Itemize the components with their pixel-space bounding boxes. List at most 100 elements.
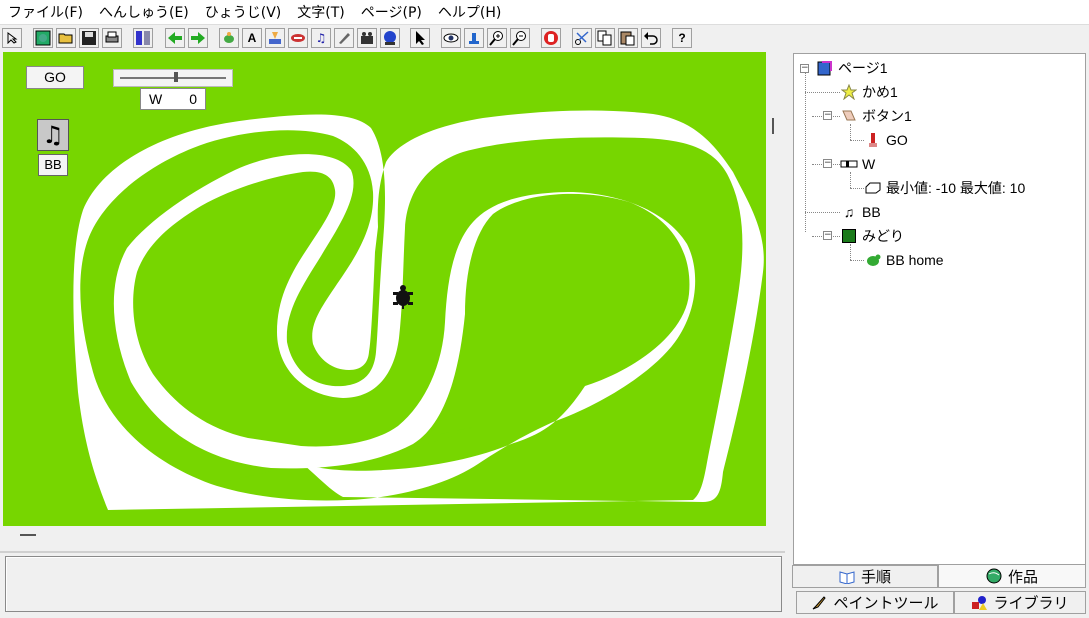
- music-label: BB: [38, 154, 68, 176]
- video-tool-icon[interactable]: [357, 28, 377, 48]
- turtle-icon: [864, 251, 882, 269]
- tree-item-go[interactable]: GO: [864, 129, 908, 151]
- paste-icon[interactable]: [618, 28, 638, 48]
- range-icon: [864, 179, 882, 197]
- cut-icon[interactable]: [572, 28, 592, 48]
- tree-line: [805, 212, 840, 213]
- tree-label: W: [862, 156, 876, 172]
- menu-help[interactable]: ヘルプ(H): [430, 2, 509, 22]
- w-slider[interactable]: [113, 69, 233, 87]
- tree-line: [850, 260, 864, 261]
- collapse-toggle[interactable]: −: [823, 231, 832, 240]
- help-icon[interactable]: ?: [672, 28, 692, 48]
- music-tool-icon[interactable]: ♫: [311, 28, 331, 48]
- tab-label: 作品: [1007, 567, 1038, 586]
- stop-hand-icon[interactable]: [541, 28, 561, 48]
- tab-work[interactable]: 作品: [938, 565, 1086, 588]
- go-command-icon: [864, 131, 882, 149]
- shapes-icon: [971, 595, 988, 611]
- tab-procedure[interactable]: 手順: [792, 565, 938, 588]
- forward-arrow-icon[interactable]: [188, 28, 208, 48]
- tree-item-slider[interactable]: W: [840, 153, 875, 175]
- button-icon: [840, 107, 858, 125]
- slider-value-box: W 0: [140, 88, 206, 110]
- slider-icon: [840, 155, 858, 173]
- tree-label: 最小値: -10 最大値: 10: [886, 180, 1026, 196]
- select-arrow-icon[interactable]: [2, 28, 22, 48]
- globe-icon: [986, 568, 1002, 584]
- tree-label: GO: [886, 132, 908, 148]
- save-icon[interactable]: [79, 28, 99, 48]
- slider-value: 0: [189, 91, 197, 107]
- music-note-icon: ♫: [843, 204, 855, 220]
- vertical-scroll-thumb[interactable]: [772, 118, 774, 134]
- tab-library[interactable]: ライブラリ: [954, 591, 1086, 614]
- music-note-icon[interactable]: ♫: [37, 119, 69, 151]
- new-page-icon[interactable]: [33, 28, 53, 48]
- canvas-area: GO W 0 ♫ BB: [0, 52, 785, 552]
- command-box[interactable]: [5, 556, 782, 612]
- collapse-toggle[interactable]: −: [823, 159, 832, 168]
- menu-bar: ファイル(F) へんしゅう(E) ひょうじ(V) 文字(T) ページ(P) ヘル…: [0, 0, 1089, 24]
- slider-track: [120, 77, 226, 79]
- tree-label: ボタン1: [862, 108, 912, 124]
- tree-label: みどり: [862, 228, 904, 244]
- slider-tool-icon[interactable]: [288, 28, 308, 48]
- tree-item-slider-range[interactable]: 最小値: -10 最大値: 10: [864, 177, 1025, 199]
- stamp-icon[interactable]: [464, 28, 484, 48]
- project-tree[interactable]: − − − − ページ1 かめ1 ボタン1 GO W 最小値: -10 最大値:…: [793, 53, 1086, 565]
- tree-item-page[interactable]: ページ1: [816, 57, 888, 79]
- undo-icon[interactable]: [641, 28, 661, 48]
- turtle-tool-icon[interactable]: [219, 28, 239, 48]
- turtle-icon[interactable]: [391, 284, 415, 310]
- tree-label: かめ1: [862, 84, 898, 100]
- tree-item-button[interactable]: ボタン1: [840, 105, 912, 127]
- slider-thumb[interactable]: [174, 72, 178, 82]
- tab-paint[interactable]: ペイントツール: [796, 591, 954, 614]
- menu-text[interactable]: 文字(T): [289, 2, 352, 22]
- tree-item-color-child[interactable]: BB home: [864, 249, 944, 271]
- tab-label: 手順: [860, 568, 891, 586]
- pen-tool-icon[interactable]: [334, 28, 354, 48]
- pointer-icon[interactable]: [410, 28, 430, 48]
- horizontal-scroll-thumb[interactable]: [20, 534, 36, 536]
- panel-tabs: 手順 作品 ペイントツール ライブラリ: [792, 565, 1089, 618]
- tree-item-turtle[interactable]: かめ1: [840, 81, 898, 103]
- tree-line: [805, 92, 840, 93]
- tab-label: ペイントツール: [833, 594, 939, 612]
- button-tool-icon[interactable]: [265, 28, 285, 48]
- tree-label: BB home: [886, 252, 944, 268]
- menu-edit[interactable]: へんしゅう(E): [91, 2, 197, 22]
- tree-item-music[interactable]: ♫ BB: [840, 201, 881, 223]
- open-folder-icon[interactable]: [56, 28, 76, 48]
- back-arrow-icon[interactable]: [165, 28, 185, 48]
- menu-view[interactable]: ひょうじ(V): [197, 2, 290, 22]
- book-icon: [839, 570, 855, 584]
- drawing-stage[interactable]: GO W 0 ♫ BB: [3, 52, 766, 526]
- brush-icon: [811, 595, 827, 611]
- color-swatch-icon: [840, 227, 858, 245]
- menu-file[interactable]: ファイル(F): [0, 2, 91, 22]
- copy-icon[interactable]: [595, 28, 615, 48]
- tree-label: BB: [862, 204, 881, 220]
- tree-item-color[interactable]: みどり: [840, 225, 904, 247]
- text-tool-icon[interactable]: A: [242, 28, 262, 48]
- divider: [0, 551, 785, 553]
- go-button[interactable]: GO: [26, 66, 84, 89]
- print-icon[interactable]: [102, 28, 122, 48]
- tree-line: [850, 140, 864, 141]
- page-view-icon[interactable]: [133, 28, 153, 48]
- eye-icon[interactable]: [441, 28, 461, 48]
- menu-page[interactable]: ページ(P): [353, 2, 430, 22]
- collapse-toggle[interactable]: −: [800, 64, 809, 73]
- page-icon: [816, 59, 834, 77]
- globe-tool-icon[interactable]: [380, 28, 400, 48]
- zoom-out-icon[interactable]: [510, 28, 530, 48]
- tab-label: ライブラリ: [993, 594, 1069, 612]
- slider-name: W: [149, 91, 163, 107]
- tree-line: [850, 188, 864, 189]
- tree-line: [805, 72, 806, 232]
- zoom-in-icon[interactable]: [487, 28, 507, 48]
- race-track: [73, 110, 764, 510]
- collapse-toggle[interactable]: −: [823, 111, 832, 120]
